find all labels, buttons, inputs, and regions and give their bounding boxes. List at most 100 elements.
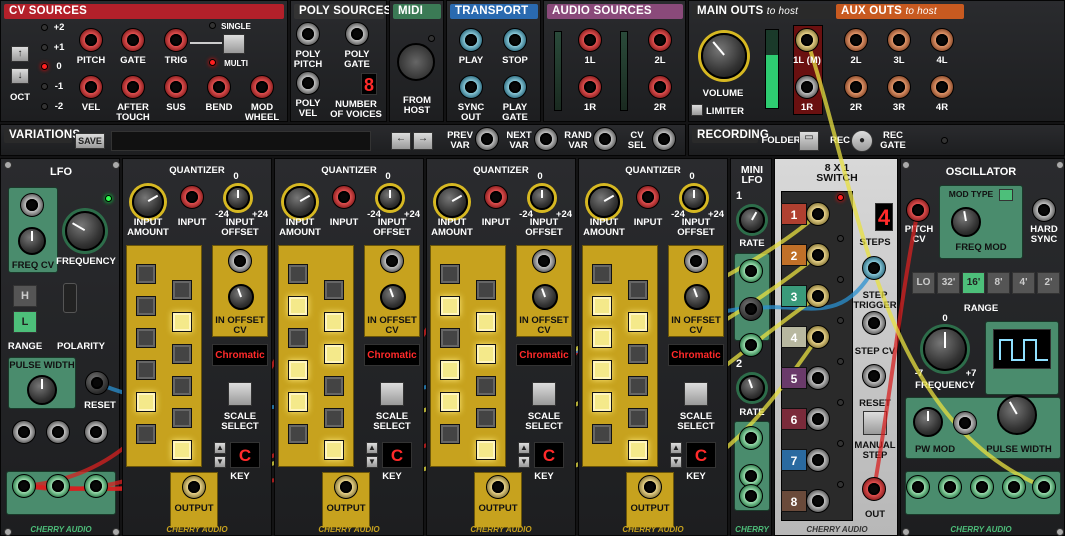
quantizer-note-pad-3-4[interactable] — [592, 328, 612, 348]
quantizer-offset-knob-2[interactable] — [530, 186, 554, 210]
poly-jack-2[interactable] — [296, 71, 320, 95]
switch-input-4-jack[interactable] — [806, 325, 830, 349]
mini-lfo-2-rate-knob[interactable] — [739, 375, 765, 401]
quantizer-output-jack-3[interactable] — [638, 475, 662, 499]
midi-din-connector[interactable] — [397, 43, 435, 81]
switch-input-6-jack[interactable] — [806, 407, 830, 431]
switch-input-3-jack[interactable] — [806, 284, 830, 308]
quantizer-output-jack-0[interactable] — [182, 475, 206, 499]
aux-jack-2[interactable] — [930, 28, 954, 52]
quantizer-note-pad-2-0[interactable] — [440, 264, 460, 284]
var-prev-jack[interactable] — [475, 127, 499, 151]
quantizer-note-pad-1-10[interactable] — [288, 424, 308, 444]
mini-lfo-1-rate-knob[interactable] — [739, 207, 765, 233]
main-out-1r[interactable] — [795, 75, 819, 99]
quantizer-key-up-2[interactable]: ▲ — [518, 442, 530, 454]
switch-input-8-jack[interactable] — [806, 489, 830, 513]
cv-jack-0[interactable] — [79, 28, 103, 52]
limiter-toggle[interactable] — [691, 104, 703, 116]
osc-mod-type-button[interactable] — [999, 189, 1013, 201]
quantizer-note-pad-3-11[interactable] — [628, 440, 648, 460]
osc-freq-mod-knob[interactable] — [951, 207, 981, 237]
transport-jack-3[interactable] — [503, 75, 527, 99]
mini-lfo-jack-0[interactable] — [739, 259, 763, 283]
lfo-out-jack-0[interactable] — [12, 420, 36, 444]
osc-range-3-button[interactable]: 8' — [987, 272, 1010, 294]
poly-jack-1[interactable] — [345, 22, 369, 46]
variation-name-field[interactable] — [111, 131, 371, 151]
cv-jack-6[interactable] — [207, 75, 231, 99]
quantizer-scale-select-button-0[interactable] — [228, 382, 252, 406]
quantizer-key-down-3[interactable]: ▼ — [670, 456, 682, 468]
osc-out-jack-4[interactable] — [1032, 475, 1056, 499]
osc-range-0-button[interactable]: LO — [912, 272, 935, 294]
cv-jack-2[interactable] — [164, 28, 188, 52]
quantizer-offset-cv-jack-3[interactable] — [684, 249, 708, 273]
quantizer-offset-cv-jack-0[interactable] — [228, 249, 252, 273]
quantizer-in-offset-cv-knob-1[interactable] — [380, 284, 406, 310]
switch-out-jack[interactable] — [862, 477, 886, 501]
quantizer-note-pad-2-11[interactable] — [476, 440, 496, 460]
lfo-freq-cv-jack[interactable] — [20, 193, 44, 217]
lfo-out-jack-4[interactable] — [46, 474, 70, 498]
poly-jack-0[interactable] — [296, 22, 320, 46]
transport-jack-1[interactable] — [503, 28, 527, 52]
quantizer-note-pad-2-4[interactable] — [440, 328, 460, 348]
lfo-out-jack-5[interactable] — [84, 474, 108, 498]
quantizer-input-jack-2[interactable] — [484, 185, 508, 209]
osc-range-2-button[interactable]: 16' — [962, 272, 985, 294]
quantizer-note-pad-0-10[interactable] — [136, 424, 156, 444]
quantizer-input-jack-3[interactable] — [636, 185, 660, 209]
var-cvsel-jack[interactable] — [652, 127, 676, 151]
quantizer-note-pad-0-4[interactable] — [136, 328, 156, 348]
quantizer-note-pad-1-6[interactable] — [288, 360, 308, 380]
switch-input-4-button[interactable]: 4 — [781, 326, 807, 348]
quantizer-key-up-0[interactable]: ▲ — [214, 442, 226, 454]
quantizer-note-pad-2-8[interactable] — [440, 392, 460, 412]
quantizer-output-jack-2[interactable] — [486, 475, 510, 499]
switch-input-5-jack[interactable] — [806, 366, 830, 390]
audio-jack-2[interactable] — [578, 75, 602, 99]
quantizer-key-up-1[interactable]: ▲ — [366, 442, 378, 454]
quantizer-note-pad-1-2[interactable] — [288, 296, 308, 316]
quantizer-note-pad-1-8[interactable] — [288, 392, 308, 412]
osc-range-1-button[interactable]: 32' — [937, 272, 960, 294]
lfo-out-jack-3[interactable] — [12, 474, 36, 498]
quantizer-offset-cv-jack-2[interactable] — [532, 249, 556, 273]
quantizer-note-pad-2-1[interactable] — [476, 280, 496, 300]
lfo-range-high-button[interactable]: H — [13, 285, 37, 307]
lfo-polarity-switch[interactable] — [63, 283, 77, 313]
quantizer-input-jack-1[interactable] — [332, 185, 356, 209]
quantizer-note-pad-2-7[interactable] — [476, 376, 496, 396]
lfo-reset-jack[interactable] — [85, 371, 109, 395]
osc-range-4-button[interactable]: 4' — [1012, 272, 1035, 294]
lfo-out-jack-1[interactable] — [46, 420, 70, 444]
switch-input-2-button[interactable]: 2 — [781, 244, 807, 266]
lfo-frequency-knob[interactable] — [65, 211, 105, 251]
quantizer-offset-cv-jack-1[interactable] — [380, 249, 404, 273]
aux-jack-4[interactable] — [887, 75, 911, 99]
quantizer-note-pad-0-5[interactable] — [172, 344, 192, 364]
quantizer-output-jack-1[interactable] — [334, 475, 358, 499]
quantizer-note-pad-0-2[interactable] — [136, 296, 156, 316]
mini-lfo-jack-1[interactable] — [739, 297, 763, 321]
quantizer-note-pad-0-7[interactable] — [172, 376, 192, 396]
quantizer-note-pad-3-9[interactable] — [628, 408, 648, 428]
quantizer-scale-select-button-3[interactable] — [684, 382, 708, 406]
osc-out-jack-3[interactable] — [1002, 475, 1026, 499]
lfo-out-jack-2[interactable] — [84, 420, 108, 444]
osc-pitch-cv-jack[interactable] — [906, 198, 930, 222]
var-rand-jack[interactable] — [593, 127, 617, 151]
quantizer-note-pad-2-6[interactable] — [440, 360, 460, 380]
lfo-freq-cv-knob[interactable] — [18, 227, 46, 255]
quantizer-note-pad-3-1[interactable] — [628, 280, 648, 300]
quantizer-offset-knob-1[interactable] — [378, 186, 402, 210]
osc-range-5-button[interactable]: 2' — [1037, 272, 1060, 294]
quantizer-note-pad-1-0[interactable] — [288, 264, 308, 284]
quantizer-input-amount-knob-3[interactable] — [588, 186, 620, 218]
quantizer-offset-knob-3[interactable] — [682, 186, 706, 210]
quantizer-note-pad-1-3[interactable] — [324, 312, 344, 332]
quantizer-note-pad-0-1[interactable] — [172, 280, 192, 300]
osc-pw-mod-knob[interactable] — [913, 407, 943, 437]
lfo-range-low-button[interactable]: L — [13, 311, 37, 333]
